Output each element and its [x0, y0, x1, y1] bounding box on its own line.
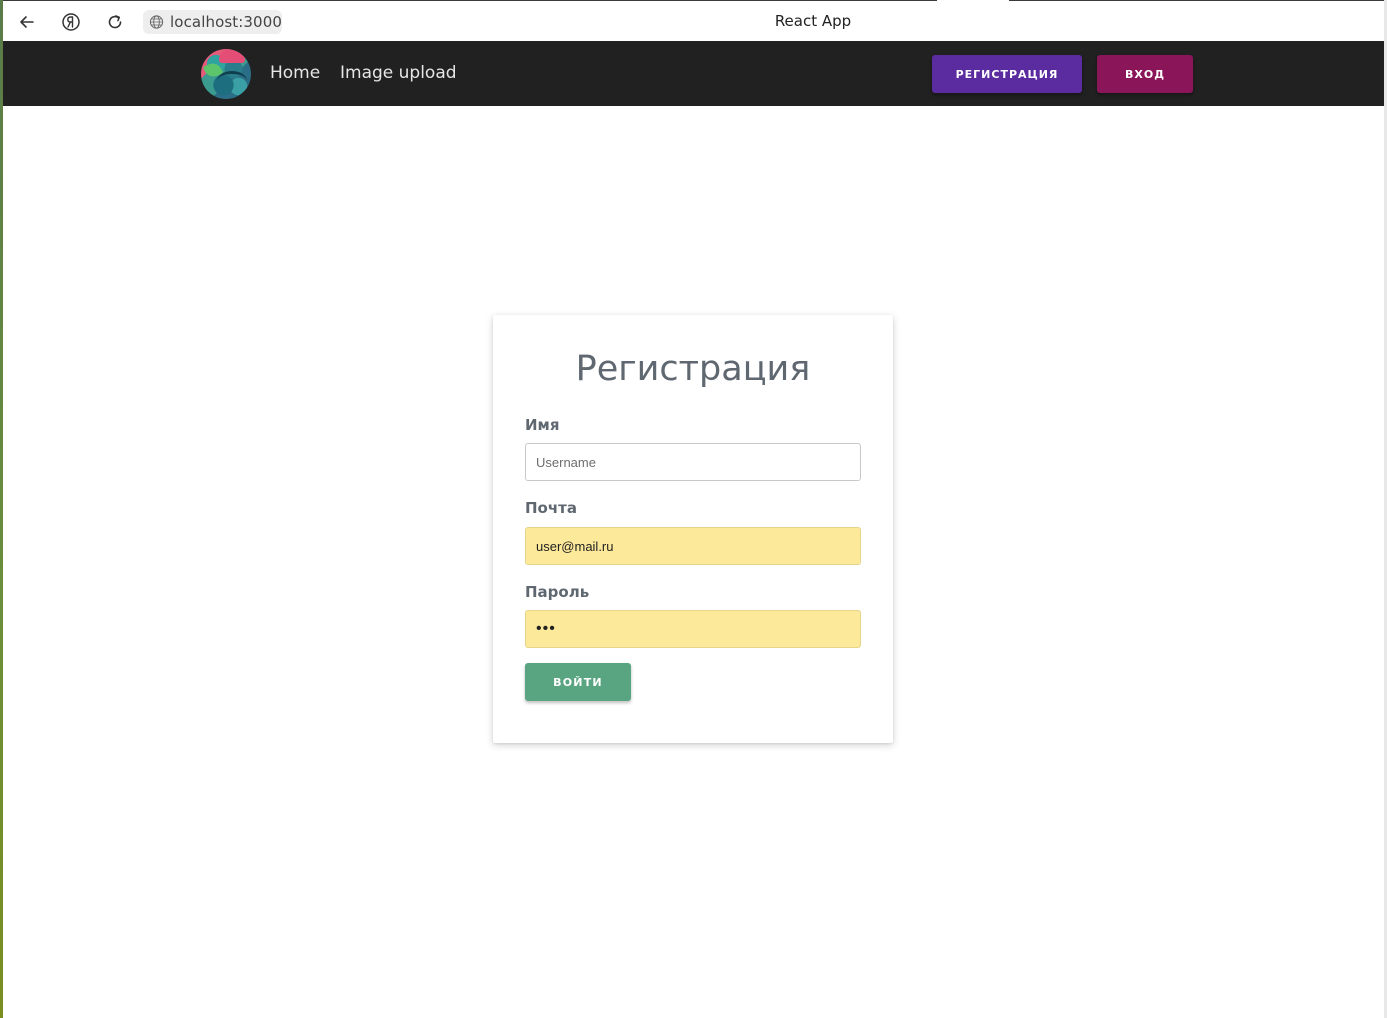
app-navbar: Home Image upload Регистрация Вход — [3, 41, 1384, 106]
registration-card: Регистрация Имя Почта Пароль Войти — [493, 315, 893, 743]
login-button[interactable]: Вход — [1097, 55, 1193, 93]
tab-title-text: React App — [774, 12, 852, 30]
email-input[interactable] — [525, 527, 861, 565]
address-bar[interactable]: localhost:3000 — [143, 10, 282, 34]
submit-button[interactable]: Войти — [525, 663, 631, 701]
yandex-button[interactable] — [59, 10, 83, 34]
browser-window: localhost:3000 React App Home Image uplo… — [3, 0, 1384, 1018]
logo-shape — [219, 49, 245, 63]
globe-icon — [149, 15, 164, 29]
reload-icon — [108, 15, 122, 29]
register-button[interactable]: Регистрация — [932, 55, 1082, 93]
reload-button[interactable] — [103, 10, 127, 34]
yandex-icon — [62, 13, 80, 31]
nav-link-home[interactable]: Home — [270, 63, 320, 83]
email-label: Почта — [525, 499, 577, 517]
back-arrow-icon — [20, 16, 34, 28]
password-label: Пароль — [525, 583, 590, 601]
url-text: localhost:3000 — [170, 13, 282, 31]
nav-link-image-upload[interactable]: Image upload — [340, 63, 457, 83]
back-button[interactable] — [15, 10, 39, 34]
browser-toolbar: localhost:3000 React App — [3, 0, 1384, 41]
password-input[interactable] — [525, 610, 861, 648]
name-label: Имя — [525, 416, 560, 434]
form-title: Регистрация — [575, 349, 811, 389]
logo-shape — [217, 71, 247, 91]
app-logo[interactable] — [201, 49, 251, 99]
username-input[interactable] — [525, 443, 861, 481]
toolbar-edge — [937, 0, 1009, 2]
